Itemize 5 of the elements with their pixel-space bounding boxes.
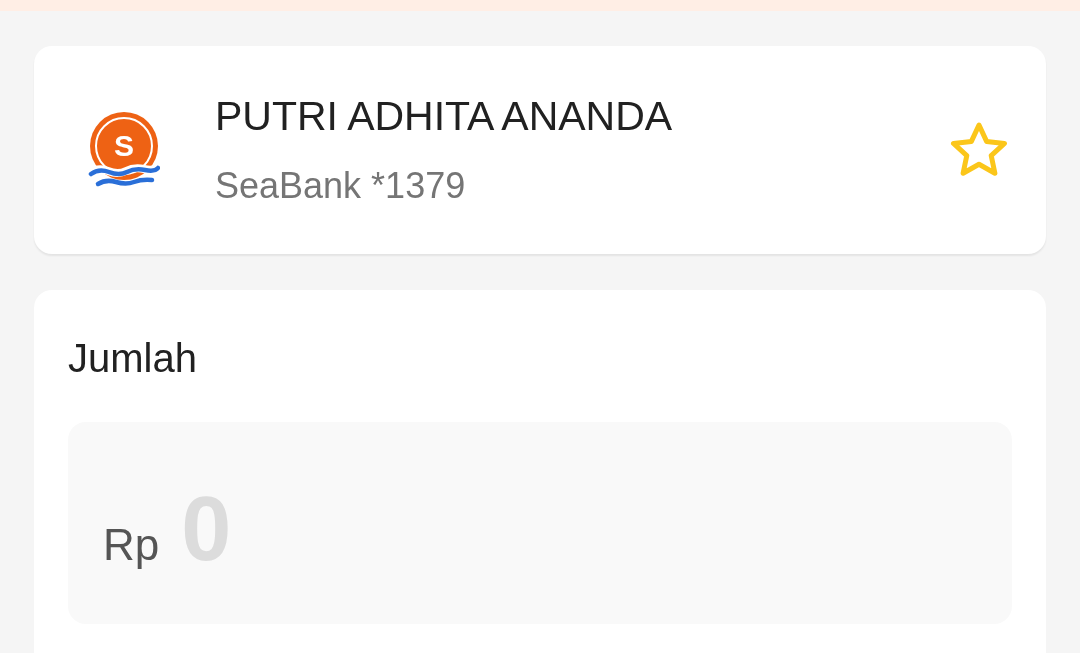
bank-account: SeaBank *1379 xyxy=(215,165,467,207)
amount-label: Jumlah xyxy=(68,335,198,381)
recipient-name: PUTRI ADHITA ANANDA xyxy=(215,93,674,141)
currency-label: Rp xyxy=(103,519,160,571)
favorite-star-icon[interactable] xyxy=(950,122,1008,178)
